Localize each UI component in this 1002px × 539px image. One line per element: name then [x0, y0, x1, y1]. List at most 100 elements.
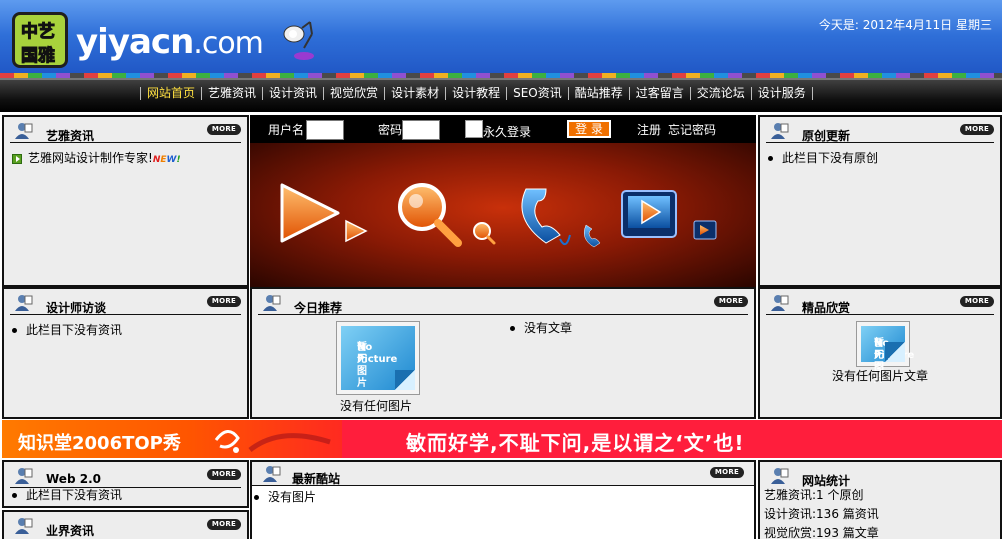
more-button[interactable]: MORE — [960, 124, 994, 135]
panel-header: 网站统计 — [766, 466, 994, 488]
logo-tld: .com — [193, 26, 264, 61]
login-banner-area: 用户名 密码 永久登录 登 录 注册 忘记密码 — [250, 115, 756, 287]
feature-banner[interactable] — [250, 143, 756, 287]
panel-original-updates: 原创更新 MORE 此栏目下没有原创 — [758, 115, 1002, 287]
nav-item[interactable]: 设计教程 — [445, 87, 506, 100]
user-icon — [15, 518, 33, 534]
new-badge-letter: W — [166, 155, 177, 165]
nav-item[interactable]: 设计素材 — [384, 87, 445, 100]
current-date: 今天是: 2012年4月11日 星期三 — [818, 18, 992, 32]
username-label: 用户名 — [268, 123, 305, 137]
panel-list: 此栏目下没有资讯 — [10, 486, 241, 505]
more-button[interactable]: MORE — [207, 469, 241, 480]
username-input[interactable] — [306, 120, 344, 140]
remember-label: 永久登录 — [483, 125, 532, 139]
bullet-icon — [254, 494, 259, 500]
no-picture-thumbnail[interactable]: No Picture 暂无图片 — [336, 321, 420, 395]
bullet-icon — [768, 155, 773, 161]
logo-cn-top: 中艺 — [21, 22, 56, 43]
list-item[interactable]: 艺雅网站设计制作专家!NEW! — [10, 149, 241, 170]
stat-line: 设计资讯:136 篇资讯 — [764, 507, 879, 521]
panel-title: 设计师访谈 — [46, 301, 107, 315]
password-label: 密码 — [378, 123, 403, 137]
list-item: 此栏目下没有资讯 — [10, 321, 241, 340]
site-logo-text[interactable]: yiyacn.com — [76, 22, 264, 62]
nav-item[interactable]: 酷站推荐 — [567, 87, 629, 100]
panel-title: 艺雅资讯 — [46, 129, 95, 143]
nav-item[interactable]: 交流论坛 — [689, 87, 751, 100]
logo-cn-bottom: 国雅 — [21, 46, 56, 67]
nav-item[interactable]: SEO资讯 — [506, 87, 568, 100]
user-icon — [15, 468, 33, 484]
list-item-text: 此栏目下没有资讯 — [26, 488, 123, 502]
bullet-icon — [12, 492, 17, 498]
ad-slogan: 敏而好学,不耻下问,是以谓之‘文’也! — [406, 431, 745, 455]
video-player-icon — [621, 190, 717, 240]
user-icon — [263, 295, 281, 311]
site-header: 中艺 国雅 yiyacn.com 今天是: 2012年4月11日 星期三 — [0, 0, 1002, 78]
more-button[interactable]: MORE — [710, 467, 744, 478]
panel-header: 原创更新 MORE — [766, 121, 994, 143]
nav-item[interactable]: 网站首页 — [140, 87, 201, 100]
remember-checkbox[interactable] — [465, 120, 483, 138]
more-button[interactable]: MORE — [714, 296, 748, 307]
user-icon — [15, 295, 33, 311]
nav-item[interactable]: 视觉欣赏 — [323, 87, 384, 100]
no-picture-label-cn: 暂无图片 — [357, 342, 367, 389]
phone-icon — [521, 188, 601, 248]
forgot-password-link[interactable]: 忘记密码 — [668, 121, 716, 138]
new-badge-letter: ! — [176, 155, 181, 165]
list-item-text: 没有图片 — [268, 490, 317, 504]
site-logo-badge[interactable]: 中艺 国雅 — [12, 12, 68, 68]
user-icon — [771, 468, 789, 484]
panel-header: 精品欣赏 MORE — [766, 293, 994, 315]
list-item: 此栏目下没有资讯 — [10, 486, 241, 505]
panel-header: 艺雅资讯 MORE — [10, 121, 241, 143]
more-button[interactable]: MORE — [207, 296, 241, 307]
banner-icons-graphic — [280, 183, 717, 248]
fine-works-caption[interactable]: 没有任何图片文章 — [832, 367, 928, 384]
new-badge: NEW! — [153, 155, 181, 165]
panel-list: 此栏目下没有原创 — [766, 149, 994, 168]
more-button[interactable]: MORE — [960, 296, 994, 307]
ad-banner[interactable]: 知识堂2006TOP秀 敏而好学,不耻下问,是以谓之‘文’也! — [2, 420, 1002, 458]
register-link[interactable]: 注册 — [637, 121, 661, 138]
arrow-icon — [12, 153, 22, 164]
search-icon — [398, 183, 496, 247]
panel-title: 今日推荐 — [294, 301, 343, 315]
list-item-text: 没有文章 — [524, 321, 573, 335]
user-icon — [15, 123, 33, 139]
panel-title: 原创更新 — [802, 129, 851, 143]
more-button[interactable]: MORE — [207, 519, 241, 530]
list-item: 此栏目下没有原创 — [766, 149, 994, 168]
panel-header: 业界资讯 MORE — [10, 516, 241, 538]
panel-list: 此栏目下没有资讯 — [10, 321, 241, 340]
nav-item[interactable]: 设计资讯 — [262, 87, 323, 100]
nav-item[interactable]: 艺雅资讯 — [201, 87, 262, 100]
list-item-text[interactable]: 艺雅网站设计制作专家! — [28, 151, 153, 165]
login-button[interactable]: 登 录 — [567, 120, 611, 138]
panel-title: 业界资讯 — [46, 524, 95, 538]
list-item-text: 此栏目下没有原创 — [782, 151, 879, 165]
bullet-icon — [12, 327, 17, 333]
no-picture-caption[interactable]: 没有任何图片 — [340, 397, 412, 414]
stat-line: 艺雅资讯:1 个原创 — [764, 488, 864, 502]
list-item-text: 此栏目下没有资讯 — [26, 323, 123, 337]
password-input[interactable] — [402, 120, 440, 140]
nav-item[interactable]: 设计服务 — [750, 87, 813, 100]
lamp-icon — [283, 21, 314, 60]
nav-item[interactable]: 过客留言 — [628, 87, 690, 100]
panel-designer-interview: 设计师访谈 MORE 此栏目下没有资讯 — [2, 287, 249, 419]
no-picture-thumbnail[interactable]: No Picture 暂无图片 — [856, 321, 914, 385]
login-bar: 用户名 密码 永久登录 登 录 注册 忘记密码 — [250, 115, 756, 143]
play-icon — [280, 183, 368, 243]
panel-header: Web 2.0 MORE — [10, 466, 241, 488]
list-item: 没有图片 — [252, 488, 316, 505]
panel-header: 今日推荐 MORE — [258, 293, 748, 315]
more-button[interactable]: MORE — [207, 124, 241, 135]
panel-title: 最新酷站 — [292, 472, 341, 486]
user-icon — [771, 123, 789, 139]
main-nav: 网站首页 艺雅资讯 设计资讯 视觉欣赏 设计素材 设计教程 SEO资讯 酷站推荐 过客留言 交流论… — [0, 78, 1002, 112]
panel-yiya-news: 艺雅资讯 MORE 艺雅网站设计制作专家!NEW! — [2, 115, 249, 287]
list-item: 没有文章 — [508, 319, 572, 336]
